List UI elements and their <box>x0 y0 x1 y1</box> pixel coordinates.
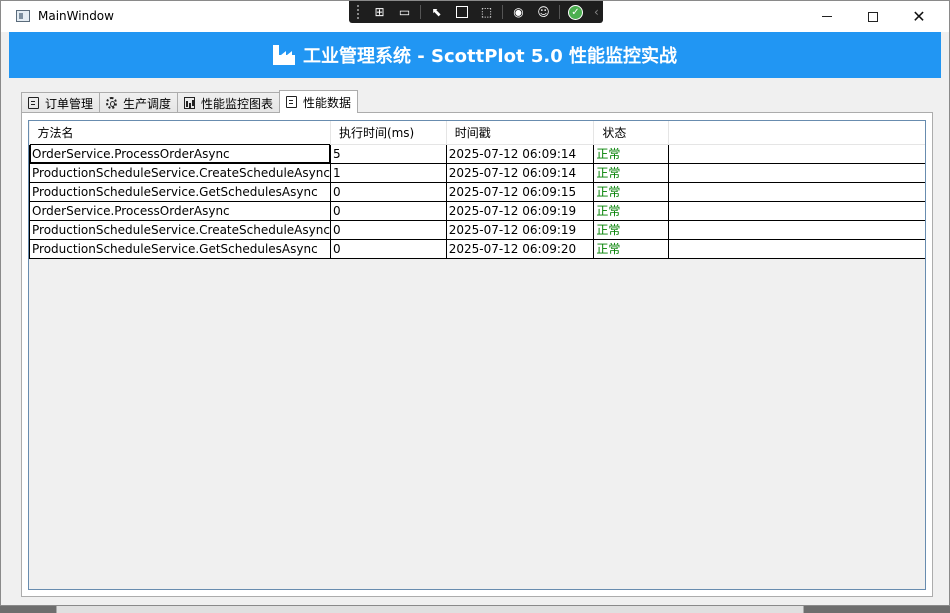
app-window-icon <box>16 10 30 22</box>
close-icon: ✕ <box>912 6 926 26</box>
cell-filler <box>668 201 925 221</box>
minimize-button[interactable] <box>804 1 850 32</box>
background-window-edge <box>56 606 804 613</box>
cell-status[interactable]: 正常 <box>593 201 669 221</box>
column-header-status[interactable]: 状态 <box>593 121 669 145</box>
column-header-filler <box>668 121 925 145</box>
toolbar-separator <box>420 5 421 19</box>
cell-duration[interactable]: 0 <box>330 239 447 259</box>
cell-duration[interactable]: 0 <box>330 201 447 221</box>
cell-filler <box>668 163 925 183</box>
cell-method[interactable]: OrderService.ProcessOrderAsync <box>29 144 331 164</box>
cell-duration[interactable]: 0 <box>330 182 447 202</box>
cell-duration[interactable]: 0 <box>330 220 447 240</box>
cell-filler <box>668 144 925 164</box>
cell-status[interactable]: 正常 <box>593 182 669 202</box>
data-grid-table: 方法名 执行时间(ms) 时间戳 状态 OrderService.Process… <box>29 121 925 259</box>
cell-status[interactable]: 正常 <box>593 144 669 164</box>
window-title: MainWindow <box>38 9 114 23</box>
column-header-method[interactable]: 方法名 <box>29 121 331 145</box>
cell-status[interactable]: 正常 <box>593 239 669 259</box>
performance-data-grid[interactable]: 方法名 执行时间(ms) 时间戳 状态 OrderService.Process… <box>28 120 926 590</box>
table-row[interactable]: OrderService.ProcessOrderAsync 5 2025-07… <box>29 144 925 164</box>
tab-label: 生产调度 <box>123 96 172 111</box>
cell-method[interactable]: OrderService.ProcessOrderAsync <box>29 201 331 221</box>
cell-status[interactable]: 正常 <box>593 163 669 183</box>
column-header-row: 方法名 执行时间(ms) 时间戳 状态 <box>29 121 925 145</box>
table-row[interactable]: ProductionScheduleService.GetSchedulesAs… <box>29 239 925 259</box>
factory-icon <box>273 45 296 65</box>
main-window: MainWindow ⊞ ▭ ⬉ ⬚ ◉ ☺ ✓ ‹ ✕ 工业管理系统 - Sc… <box>0 0 950 606</box>
cell-duration[interactable]: 5 <box>330 144 447 164</box>
tab-production-scheduling[interactable]: 生产调度 <box>99 92 179 113</box>
binding-ok-icon[interactable]: ✓ <box>563 2 588 22</box>
tab-label: 订单管理 <box>45 96 94 111</box>
display-layout-adorners-icon[interactable] <box>449 2 474 22</box>
cell-method[interactable]: ProductionScheduleService.CreateSchedule… <box>29 220 331 240</box>
track-focus-icon[interactable]: ⬚ <box>474 2 499 22</box>
cell-timestamp[interactable]: 2025-07-12 06:09:15 <box>446 182 595 202</box>
table-row[interactable]: ProductionScheduleService.CreateSchedule… <box>29 220 925 240</box>
toolbar-grip-icon[interactable] <box>357 5 361 19</box>
cell-timestamp[interactable]: 2025-07-12 06:09:20 <box>446 239 595 259</box>
cell-timestamp[interactable]: 2025-07-12 06:09:14 <box>446 144 595 164</box>
close-button[interactable]: ✕ <box>896 1 942 32</box>
tab-label: 性能监控图表 <box>201 96 274 111</box>
maximize-icon <box>868 11 878 22</box>
tab-performance-data[interactable]: 性能数据 <box>279 90 359 113</box>
document-icon <box>286 96 298 108</box>
cell-duration[interactable]: 1 <box>330 163 447 183</box>
app-header: 工业管理系统 - ScottPlot 5.0 性能监控实战 <box>9 32 941 78</box>
main-tab-strip: 订单管理 生产调度 性能监控图表 性能数据 <box>21 90 359 113</box>
cell-method[interactable]: ProductionScheduleService.CreateSchedule… <box>29 163 331 183</box>
minimize-icon <box>822 16 832 17</box>
cell-status[interactable]: 正常 <box>593 220 669 240</box>
cell-timestamp[interactable]: 2025-07-12 06:09:14 <box>446 163 595 183</box>
video-icon[interactable]: ▭ <box>392 2 417 22</box>
cell-filler <box>668 182 925 202</box>
maximize-button[interactable] <box>850 1 896 32</box>
cell-timestamp[interactable]: 2025-07-12 06:09:19 <box>446 201 595 221</box>
toolbar-separator <box>502 5 503 19</box>
column-header-timestamp[interactable]: 时间戳 <box>446 121 595 145</box>
gear-icon <box>106 97 118 109</box>
toolbar-separator <box>559 5 560 19</box>
cell-filler <box>668 220 925 240</box>
xaml-devtools-toolbar: ⊞ ▭ ⬉ ⬚ ◉ ☺ ✓ ‹ <box>349 1 603 23</box>
tab-content-panel: 方法名 执行时间(ms) 时间戳 状态 OrderService.Process… <box>21 112 933 597</box>
document-icon <box>28 97 39 109</box>
cell-method[interactable]: ProductionScheduleService.GetSchedulesAs… <box>29 239 331 259</box>
cell-timestamp[interactable]: 2025-07-12 06:09:19 <box>446 220 595 240</box>
table-row[interactable]: ProductionScheduleService.CreateSchedule… <box>29 163 925 183</box>
tab-performance-chart[interactable]: 性能监控图表 <box>177 92 281 113</box>
app-header-title: 工业管理系统 - ScottPlot 5.0 性能监控实战 <box>303 46 677 67</box>
cell-filler <box>668 239 925 259</box>
accessibility-icon[interactable]: ☺ <box>531 2 556 22</box>
select-element-icon[interactable]: ⬉ <box>424 2 449 22</box>
column-header-duration[interactable]: 执行时间(ms) <box>330 121 447 145</box>
tab-order-management[interactable]: 订单管理 <box>21 92 101 113</box>
table-row[interactable]: ProductionScheduleService.GetSchedulesAs… <box>29 182 925 202</box>
hot-reload-icon[interactable]: ◉ <box>506 2 531 22</box>
collapse-icon[interactable]: ‹ <box>594 5 599 19</box>
title-bar[interactable]: MainWindow ⊞ ▭ ⬉ ⬚ ◉ ☺ ✓ ‹ ✕ <box>1 1 949 32</box>
bar-chart-icon <box>184 97 196 109</box>
tab-label: 性能数据 <box>303 95 352 110</box>
table-row[interactable]: OrderService.ProcessOrderAsync 0 2025-07… <box>29 201 925 221</box>
cell-method[interactable]: ProductionScheduleService.GetSchedulesAs… <box>29 182 331 202</box>
live-visual-tree-icon[interactable]: ⊞ <box>367 2 392 22</box>
